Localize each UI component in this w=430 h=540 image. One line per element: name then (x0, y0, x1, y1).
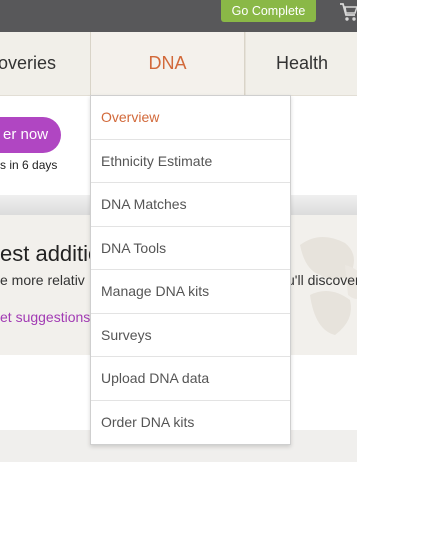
nav-item-dna[interactable]: DNA (90, 32, 245, 95)
menu-item-overview[interactable]: Overview (91, 96, 290, 140)
menu-item-upload-dna-data[interactable]: Upload DNA data (91, 357, 290, 401)
cart-icon[interactable] (338, 0, 357, 24)
panel-description-right: u'll discover (287, 272, 357, 288)
menu-item-order-dna-kits[interactable]: Order DNA kits (91, 401, 290, 445)
menu-item-dna-tools[interactable]: DNA Tools (91, 227, 290, 270)
panel-description: e more relativ (0, 272, 85, 288)
menu-item-dna-matches[interactable]: DNA Matches (91, 183, 290, 227)
top-bar: Go Complete (0, 0, 357, 32)
go-complete-button[interactable]: Go Complete (221, 0, 316, 22)
main-nav: overies DNA Health (0, 32, 357, 96)
menu-item-ethnicity-estimate[interactable]: Ethnicity Estimate (91, 140, 290, 183)
menu-item-manage-dna-kits[interactable]: Manage DNA kits (91, 270, 290, 314)
nav-item-health[interactable]: Health (245, 32, 358, 95)
shipping-note: s in 6 days (0, 158, 58, 172)
panel-title: est additio (0, 241, 101, 266)
suggestions-link[interactable]: et suggestions (0, 309, 90, 325)
nav-item-discoveries[interactable]: overies (0, 32, 90, 95)
dna-dropdown-menu: Overview Ethnicity Estimate DNA Matches … (90, 95, 291, 445)
order-now-button[interactable]: er now (0, 117, 61, 153)
menu-item-surveys[interactable]: Surveys (91, 314, 290, 357)
